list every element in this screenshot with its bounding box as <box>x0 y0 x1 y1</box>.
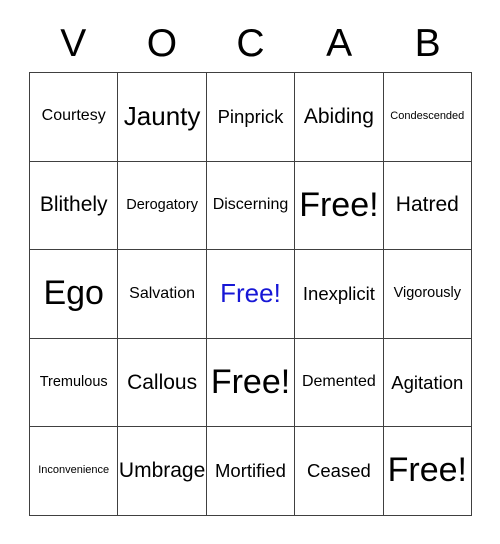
bingo-cell[interactable]: Ego <box>30 250 119 339</box>
bingo-cell[interactable]: Pinprick <box>206 73 296 162</box>
vocab-word: Ceased <box>307 460 371 482</box>
free-space-label: Free! <box>387 451 467 490</box>
bingo-grid: Courtesy Jaunty Pinprick Abiding Condescende… <box>29 72 472 516</box>
bingo-cell[interactable]: Salvation <box>118 250 207 339</box>
bingo-cell[interactable]: Discerning <box>206 161 296 251</box>
bingo-cell[interactable]: Jaunty <box>118 73 207 162</box>
vocab-word: Jaunty <box>123 101 201 132</box>
bingo-cell-free[interactable]: Free! <box>206 250 296 339</box>
bingo-header-letter-4: A <box>326 21 353 65</box>
free-space-label: Free! <box>299 185 379 224</box>
vocab-word: Ego <box>43 274 104 313</box>
free-space-label: Free! <box>220 278 281 309</box>
vocab-word: Blithely <box>39 193 108 217</box>
bingo-cell[interactable]: Condescended <box>383 73 472 162</box>
bingo-cell[interactable]: Abiding <box>295 73 384 162</box>
vocab-word: Courtesy <box>41 107 106 125</box>
bingo-cell-free[interactable]: Free! <box>206 338 296 428</box>
bingo-cell[interactable]: Hatred <box>383 161 472 251</box>
bingo-cell[interactable]: Vigorously <box>383 250 472 339</box>
vocab-word: Agitation <box>391 371 464 393</box>
bingo-cell[interactable]: Inexplicit <box>295 250 384 339</box>
bingo-cell[interactable]: Mortified <box>206 427 296 516</box>
bingo-cell[interactable]: Blithely <box>30 161 119 251</box>
vocab-word: Tremulous <box>39 373 108 390</box>
vocab-word: Mortified <box>215 460 286 482</box>
bingo-cell-free[interactable]: Free! <box>295 161 384 251</box>
bingo-header-letter-1: V <box>60 21 87 65</box>
bingo-header-letter-2: O <box>146 21 178 65</box>
vocab-word: Condescended <box>390 110 465 123</box>
bingo-cell[interactable]: Demented <box>295 338 384 428</box>
vocab-word: Inexplicit <box>302 283 375 305</box>
bingo-header-letter-5: B <box>414 21 441 65</box>
vocab-word: Demented <box>301 373 376 391</box>
free-space-label: Free! <box>210 362 291 401</box>
bingo-header-letter-3: C <box>236 21 265 65</box>
vocab-word: Inconvenience <box>38 464 110 477</box>
bingo-cell[interactable]: Inconvenience <box>30 427 119 516</box>
vocab-word: Discerning <box>212 195 289 213</box>
bingo-cell[interactable]: Agitation <box>383 338 472 428</box>
vocab-word: Umbrage <box>118 459 206 483</box>
bingo-cell[interactable]: Derogatory <box>118 161 207 251</box>
bingo-card: V O C A B Courtesy Jaunty Pinprick Abiding Conde… <box>0 0 500 544</box>
bingo-cell-free[interactable]: Free! <box>383 427 472 516</box>
bingo-cell[interactable]: Umbrage <box>118 427 207 516</box>
vocab-word: Pinprick <box>217 106 284 128</box>
bingo-cell[interactable]: Tremulous <box>30 338 119 428</box>
bingo-cell[interactable]: Ceased <box>295 427 384 516</box>
bingo-cell[interactable]: Callous <box>118 338 207 428</box>
vocab-word: Callous <box>127 370 198 394</box>
vocab-word: Hatred <box>395 193 459 217</box>
vocab-word: Derogatory <box>126 196 198 213</box>
vocab-word: Abiding <box>303 104 374 128</box>
vocab-word: Salvation <box>129 284 195 302</box>
bingo-cell[interactable]: Courtesy <box>30 73 119 162</box>
vocab-word: Vigorously <box>393 285 462 302</box>
bingo-header-letters: VOCAB <box>29 18 472 68</box>
